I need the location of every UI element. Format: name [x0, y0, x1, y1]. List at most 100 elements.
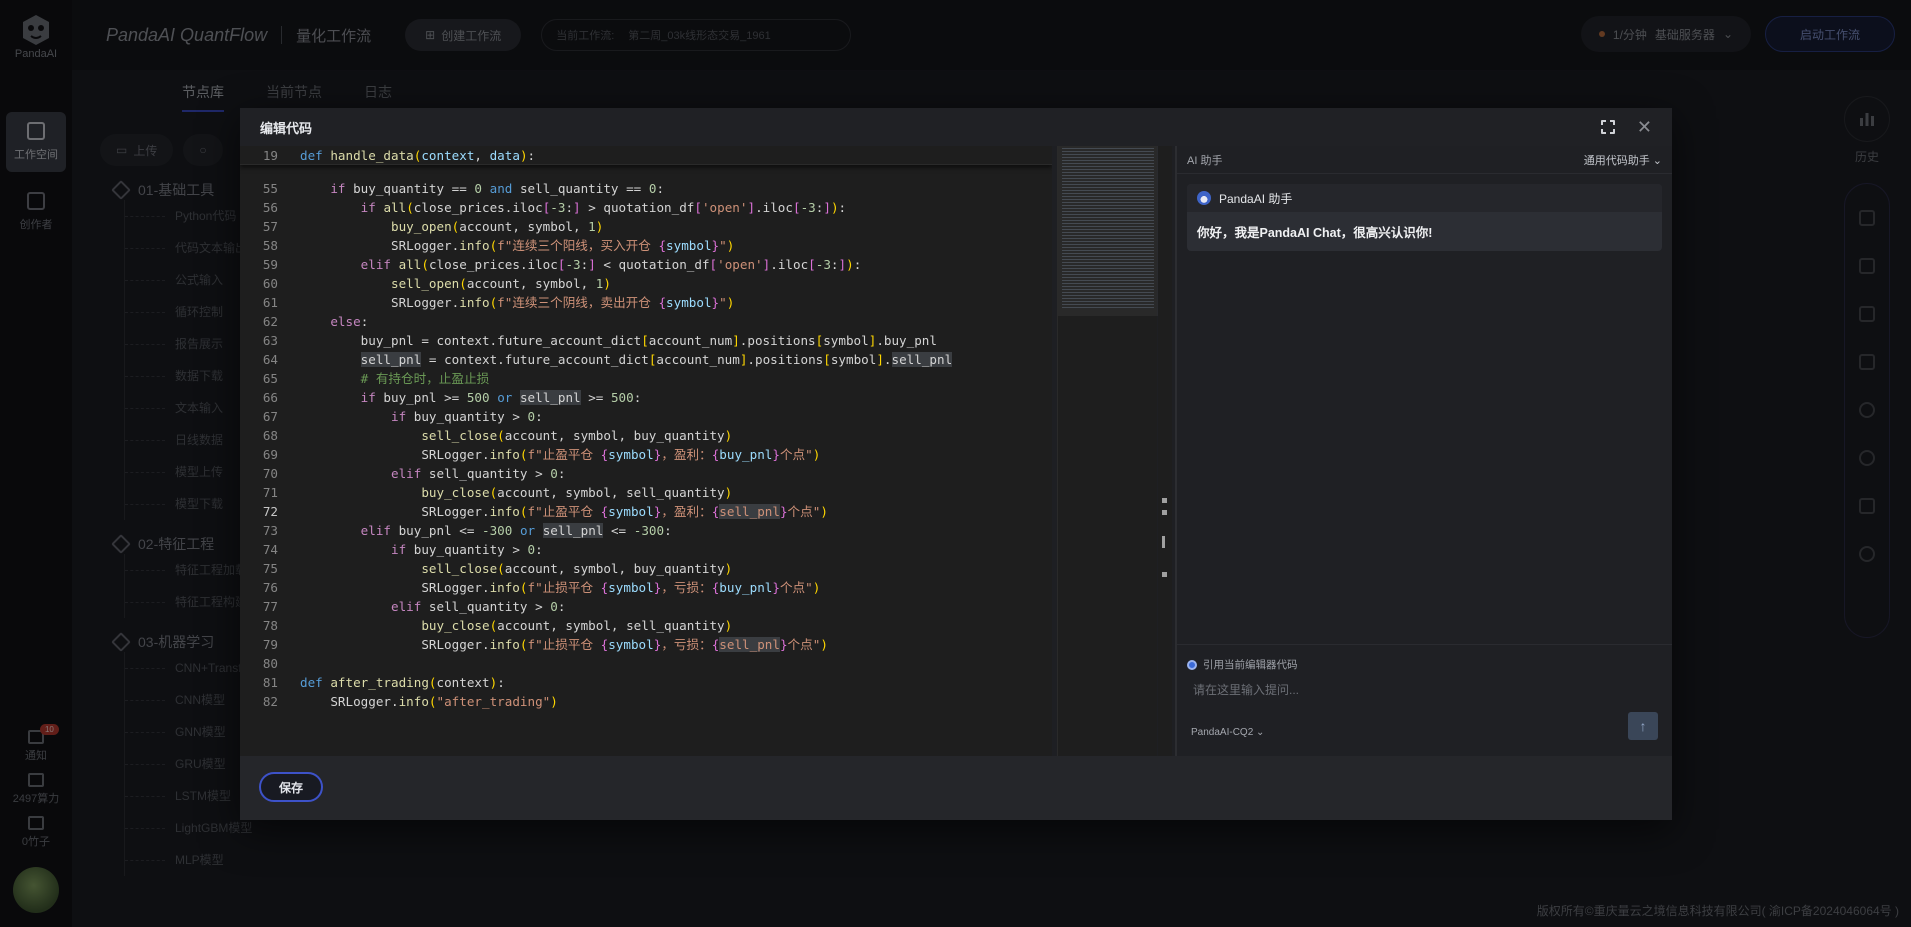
- code-line[interactable]: 62 else:: [240, 312, 1052, 331]
- code-line[interactable]: 75 sell_close(account, symbol, buy_quant…: [240, 559, 1052, 578]
- modal-title: 编辑代码: [260, 120, 313, 136]
- scroll-marker: [1162, 536, 1165, 548]
- code-editor[interactable]: 19 def handle_data(context, data): 55 if…: [240, 146, 1052, 756]
- code-text: SRLogger.info(f"止损平仓 {symbol}，亏损：{sell_p…: [300, 637, 828, 652]
- arrow-up-icon: ↑: [1639, 718, 1647, 734]
- code-line[interactable]: 66 if buy_pnl >= 500 or sell_pnl >= 500:: [240, 388, 1052, 407]
- code-text: elif buy_pnl <= -300 or sell_pnl <= -300…: [360, 523, 672, 538]
- code-line[interactable]: 72 SRLogger.info(f"止盈平仓 {symbol}，盈利：{sel…: [240, 502, 1052, 521]
- code-line[interactable]: 68 sell_close(account, symbol, buy_quant…: [240, 426, 1052, 445]
- assistant-mode-value: 通用代码助手: [1583, 154, 1650, 167]
- save-button[interactable]: 保存: [259, 772, 323, 802]
- code-line[interactable]: 77 elif sell_quantity > 0:: [240, 597, 1052, 616]
- code-line[interactable]: 78 buy_close(account, symbol, sell_quant…: [240, 616, 1052, 635]
- code-text: SRLogger.info(f"止损平仓 {symbol}，亏损：{buy_pn…: [300, 580, 821, 595]
- line-number: 71: [262, 485, 278, 500]
- code-line[interactable]: 57 buy_open(account, symbol, 1): [240, 217, 1052, 236]
- code-text: def after_trading(context):: [300, 675, 505, 690]
- code-line[interactable]: 58 SRLogger.info(f"连续三个阳线，买入开仓 {symbol}"…: [240, 236, 1052, 255]
- chat-input[interactable]: 请在这里输入提问...: [1193, 681, 1299, 698]
- line-number: 19: [262, 148, 278, 163]
- modal-tools: ✕: [1599, 118, 1652, 136]
- code-text: if buy_quantity > 0:: [391, 409, 543, 424]
- code-line[interactable]: 67 if buy_quantity > 0:: [240, 407, 1052, 426]
- code-line[interactable]: 63 buy_pnl = context.future_account_dict…: [240, 331, 1052, 350]
- code-line[interactable]: 69 SRLogger.info(f"止盈平仓 {symbol}，盈利：{buy…: [240, 445, 1052, 464]
- minimap[interactable]: [1057, 146, 1158, 756]
- line-number: 56: [262, 200, 278, 215]
- line-number: 70: [262, 466, 278, 481]
- line-number: 63: [262, 333, 278, 348]
- code-text: sell_open(account, symbol, 1): [391, 276, 611, 291]
- code-line[interactable]: 80: [240, 654, 1052, 673]
- checkbox-checked-icon: [1187, 659, 1197, 670]
- fullscreen-icon[interactable]: [1599, 119, 1616, 135]
- line-number: 57: [262, 219, 278, 234]
- code-text: SRLogger.info("after_trading"): [300, 694, 558, 709]
- code-text: if buy_quantity > 0:: [391, 542, 543, 557]
- code-text: buy_pnl = context.future_account_dict[ac…: [300, 333, 937, 348]
- assistant-mode-select[interactable]: 通用代码助手 ⌄: [1584, 152, 1662, 168]
- chevron-down-icon: ⌄: [1256, 727, 1265, 738]
- code-line[interactable]: 64 sell_pnl = context.future_account_dic…: [240, 350, 1052, 369]
- chat-message: PandaAI 助手 你好，我是PandaAI Chat，很高兴认识你!: [1187, 184, 1662, 251]
- code-line[interactable]: 65 # 有持仓时，止盈止损: [240, 369, 1052, 388]
- model-value: PandaAI-CQ2: [1191, 727, 1254, 738]
- line-number: 62: [262, 314, 278, 329]
- code-line[interactable]: 61 SRLogger.info(f"连续三个阴线，卖出开仓 {symbol}"…: [240, 293, 1052, 312]
- line-number: 66: [262, 390, 278, 405]
- code-text: buy_open(account, symbol, 1): [391, 219, 604, 234]
- code-line[interactable]: 82 SRLogger.info("after_trading"): [240, 692, 1052, 711]
- code-line[interactable]: 55 if buy_quantity == 0 and sell_quantit…: [240, 179, 1052, 198]
- code-text: if buy_quantity == 0 and sell_quantity =…: [330, 181, 665, 196]
- close-icon[interactable]: ✕: [1637, 118, 1652, 136]
- line-number: 79: [262, 637, 278, 652]
- ai-panel-title: AI 助手: [1187, 154, 1223, 167]
- code-line[interactable]: 56 if all(close_prices.iloc[-3:] > quota…: [240, 198, 1052, 217]
- send-button[interactable]: ↑: [1628, 712, 1658, 740]
- code-line[interactable]: 59 elif all(close_prices.iloc[-3:] < quo…: [240, 255, 1052, 274]
- line-number: 75: [262, 561, 278, 576]
- code-line[interactable]: 74 if buy_quantity > 0:: [240, 540, 1052, 559]
- reference-code-checkbox[interactable]: 引用当前编辑器代码: [1187, 657, 1298, 672]
- code-line[interactable]: 73 elif buy_pnl <= -300 or sell_pnl <= -…: [240, 521, 1052, 540]
- line-number: 58: [262, 238, 278, 253]
- scroll-marker: [1162, 498, 1167, 503]
- edit-code-modal: 编辑代码 ✕ 19 def handle_data(context, data)…: [240, 108, 1672, 820]
- code-lines: 55 if buy_quantity == 0 and sell_quantit…: [240, 179, 1052, 711]
- code-line[interactable]: 70 elif sell_quantity > 0:: [240, 464, 1052, 483]
- code-text: # 有持仓时，止盈止损: [360, 371, 490, 386]
- code-line[interactable]: 76 SRLogger.info(f"止损平仓 {symbol}，亏损：{buy…: [240, 578, 1052, 597]
- editor-scrollbar[interactable]: [1158, 146, 1172, 756]
- code-line[interactable]: 79 SRLogger.info(f"止损平仓 {symbol}，亏损：{sel…: [240, 635, 1052, 654]
- code-line[interactable]: 60 sell_open(account, symbol, 1): [240, 274, 1052, 293]
- model-select[interactable]: PandaAI-CQ2 ⌄: [1191, 727, 1264, 738]
- code-line[interactable]: 71 buy_close(account, symbol, sell_quant…: [240, 483, 1052, 502]
- line-number: 68: [262, 428, 278, 443]
- code-text: SRLogger.info(f"止盈平仓 {symbol}，盈利：{buy_pn…: [300, 447, 821, 462]
- code-text: sell_pnl = context.future_account_dict[a…: [360, 352, 953, 367]
- bot-name: PandaAI 助手: [1219, 191, 1293, 206]
- code-text: buy_close(account, symbol, sell_quantity…: [421, 485, 733, 500]
- code-text: sell_close(account, symbol, buy_quantity…: [421, 561, 733, 576]
- code-text: elif sell_quantity > 0:: [391, 466, 566, 481]
- line-number: 77: [262, 599, 278, 614]
- modal-header: 编辑代码 ✕: [240, 108, 1672, 146]
- line-number: 59: [262, 257, 278, 272]
- code-text: buy_close(account, symbol, sell_quantity…: [421, 618, 733, 633]
- line-number: 76: [262, 580, 278, 595]
- line-number: 61: [262, 295, 278, 310]
- code-text: SRLogger.info(f"连续三个阴线，卖出开仓 {symbol}"): [300, 295, 735, 310]
- sticky-scroll-line[interactable]: 19 def handle_data(context, data):: [240, 146, 1052, 165]
- line-number: 69: [262, 447, 278, 462]
- scroll-marker: [1162, 572, 1167, 577]
- ai-panel-header: AI 助手 通用代码助手 ⌄: [1177, 146, 1672, 174]
- code-text: SRLogger.info(f"止盈平仓 {symbol}，盈利：{sell_p…: [300, 504, 828, 519]
- line-number: 67: [262, 409, 278, 424]
- code-text: SRLogger.info(f"连续三个阳线，买入开仓 {symbol}"): [300, 238, 735, 253]
- code-text: elif all(close_prices.iloc[-3:] < quotat…: [360, 257, 862, 272]
- code-line[interactable]: 81 def after_trading(context):: [240, 673, 1052, 692]
- scroll-marker: [1162, 510, 1167, 515]
- bot-avatar-icon: [1197, 191, 1211, 205]
